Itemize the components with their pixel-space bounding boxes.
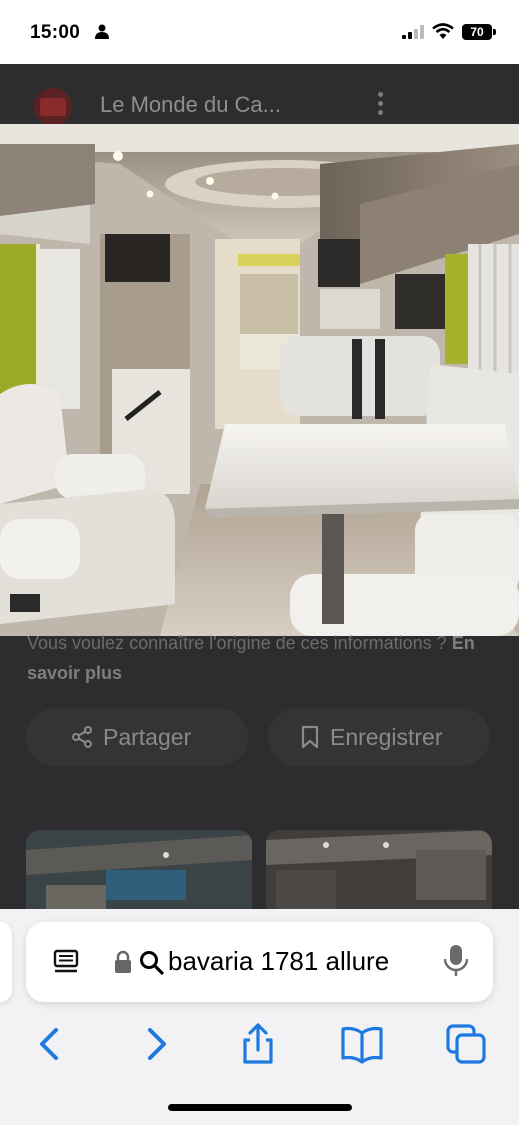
signal-icon [402,25,426,44]
address-bar[interactable]: bavaria 1781 allure [26,922,493,1002]
previous-tab[interactable] [0,922,12,1002]
site-name[interactable]: Le Monde du Ca... [100,92,281,118]
wifi-icon [432,23,454,45]
preview-image[interactable] [0,124,519,636]
save-label: Enregistrer [330,724,443,750]
related-image[interactable] [26,830,252,920]
person-icon [95,24,109,44]
lock-icon [114,950,132,979]
home-indicator[interactable] [168,1104,352,1111]
battery-icon: 70 [462,24,492,40]
reader-icon[interactable] [52,948,80,981]
forward-icon[interactable] [134,1022,178,1066]
info-question: Vous voulez connaître l'origine de ces i… [27,633,447,653]
bookmark-icon [300,725,320,755]
share-icon[interactable] [236,1022,280,1066]
share-icon [70,725,94,755]
related-image[interactable] [266,830,492,920]
site-logo[interactable] [34,88,72,126]
status-bar: 15:00 70 [0,0,519,64]
info-text: Vous voulez connaître l'origine de ces i… [27,628,497,688]
bookmarks-icon[interactable] [340,1022,384,1066]
more-icon[interactable] [377,92,385,120]
back-icon[interactable] [30,1022,74,1066]
tabs-icon[interactable] [444,1022,488,1066]
save-button[interactable]: Enregistrer [268,708,490,766]
battery-cap [493,29,496,35]
mic-icon[interactable] [443,944,469,983]
share-button[interactable]: Partager [26,708,248,766]
search-icon [139,950,165,981]
share-label: Partager [103,724,192,750]
query-fade [386,932,430,992]
status-time: 15:00 [30,22,81,43]
